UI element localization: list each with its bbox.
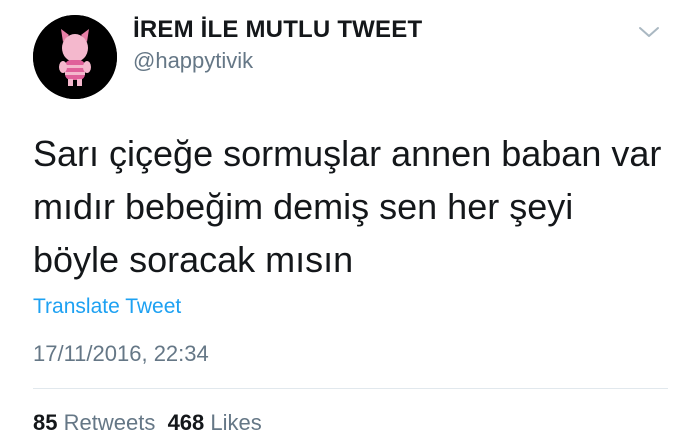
likes-stat[interactable]: 468 Likes — [168, 410, 262, 435]
retweets-count: 85 — [33, 410, 58, 435]
tweet-text: Sarı çiçeğe sormuşlar annen baban var mı… — [33, 133, 662, 280]
retweets-label: Retweets — [63, 410, 156, 435]
tweet-timestamp[interactable]: 17/11/2016, 22:34 — [33, 341, 209, 367]
likes-count: 468 — [167, 410, 205, 435]
tweet-stats: 85 Retweets 468 Likes — [33, 410, 262, 436]
retweets-stat[interactable]: 85 Retweets — [33, 410, 155, 435]
translate-tweet-link[interactable]: Translate Tweet — [33, 295, 181, 319]
divider — [33, 388, 668, 389]
user-handle[interactable]: @happytivik — [133, 48, 253, 74]
avatar[interactable] — [33, 15, 117, 99]
display-name[interactable]: İREM İLE MUTLU TWEET — [133, 16, 422, 44]
chevron-down-icon[interactable] — [638, 24, 660, 40]
piglet-avatar-image — [33, 15, 117, 99]
likes-label: Likes — [210, 410, 262, 435]
